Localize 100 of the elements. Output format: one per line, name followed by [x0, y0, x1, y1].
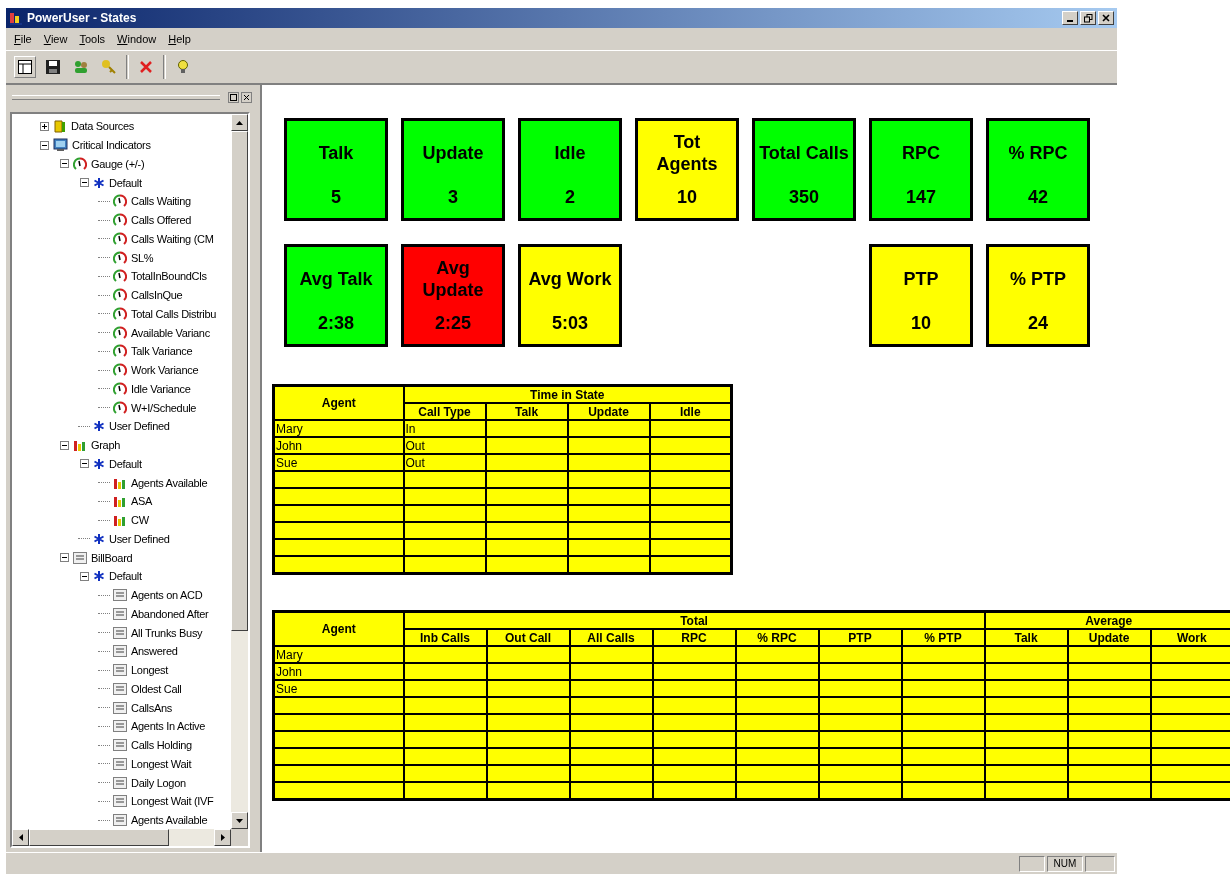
tree-item[interactable]: Calls Offered — [131, 214, 192, 227]
tree-item[interactable]: Calls Waiting — [131, 195, 191, 208]
expand-toggle[interactable] — [39, 121, 49, 131]
close-button[interactable] — [241, 92, 252, 103]
tree-item[interactable]: All Trunks Busy — [131, 626, 203, 639]
tree-item[interactable]: Answered — [131, 645, 178, 658]
gauge-icon — [113, 306, 127, 321]
tree-item[interactable]: Agents on ACD — [131, 589, 203, 602]
scroll-down-button[interactable] — [231, 812, 248, 829]
table-cell: In — [405, 422, 416, 435]
column-header: Agent — [321, 396, 356, 410]
restore-icon — [1083, 13, 1093, 23]
tile-label: % RPC — [1008, 143, 1068, 165]
down-arrow-icon — [236, 818, 243, 823]
tree-item[interactable]: Calls Holding — [131, 739, 192, 752]
asterisk-icon — [93, 570, 105, 583]
tree-item[interactable]: Daily Logon — [131, 776, 186, 789]
tile-label: Tot Agents — [655, 132, 719, 176]
tree-item[interactable]: CallsAns — [131, 701, 172, 714]
tree-item[interactable]: Total Calls Distribu — [131, 307, 217, 320]
tree-item[interactable]: Gauge (+/-) — [91, 157, 145, 170]
asterisk-icon — [93, 532, 105, 545]
scroll-thumb[interactable] — [29, 829, 169, 846]
tree-item[interactable]: Longest Wait — [131, 757, 192, 770]
tree-item[interactable]: User Defined — [109, 532, 170, 545]
expand-toggle[interactable] — [39, 140, 49, 150]
tile-value: 42 — [1028, 187, 1048, 208]
up-arrow-icon — [236, 120, 243, 125]
close-icon — [243, 94, 250, 101]
expand-toggle[interactable] — [79, 571, 89, 581]
expand-toggle[interactable] — [79, 459, 89, 469]
tree-item[interactable]: SL% — [131, 251, 154, 264]
tree-item[interactable]: Default — [109, 570, 142, 583]
restore-icon — [230, 94, 237, 101]
billboard-icon — [113, 645, 127, 658]
tree-item[interactable]: Agents In Active — [131, 720, 206, 733]
tree-item[interactable]: Longest Wait (IVF — [131, 795, 214, 808]
tile-label: Avg Talk — [299, 269, 373, 291]
window-title: PowerUser - States — [27, 11, 138, 25]
menu-item[interactable]: View — [39, 33, 72, 45]
tree-item[interactable]: Default — [109, 176, 142, 189]
tree-item[interactable]: User Defined — [109, 420, 170, 433]
menu-item[interactable]: File — [10, 33, 36, 45]
vertical-scrollbar[interactable] — [231, 114, 248, 829]
status-panel — [1019, 855, 1045, 872]
tree-item[interactable]: CW — [131, 514, 149, 527]
tree-item[interactable]: Critical Indicators — [72, 139, 151, 152]
tree-item[interactable]: ASA — [131, 495, 153, 508]
tree-item[interactable]: Calls Waiting (CM — [131, 232, 214, 245]
column-header: Update — [1088, 631, 1130, 644]
scroll-thumb[interactable] — [231, 131, 248, 631]
tree-item[interactable]: Talk Variance — [131, 345, 193, 358]
column-header: Update — [588, 405, 629, 418]
restore-button[interactable] — [228, 92, 239, 103]
tree-item[interactable]: Abandoned After — [131, 607, 209, 620]
scroll-left-button[interactable] — [12, 829, 29, 846]
billboard-icon — [113, 814, 127, 827]
asterisk-icon — [93, 420, 105, 433]
tree-item[interactable]: Work Variance — [131, 364, 199, 377]
horizontal-scrollbar[interactable] — [12, 829, 231, 846]
scroll-up-button[interactable] — [231, 114, 248, 131]
billboard-icon — [113, 795, 127, 808]
tree-item[interactable]: Data Sources — [71, 120, 135, 133]
menu-item[interactable]: Help — [164, 33, 195, 45]
tree-item[interactable]: TotalInBoundCls — [131, 270, 207, 283]
tree-item[interactable]: CallsInQue — [131, 289, 183, 302]
tree-item[interactable]: Oldest Call — [131, 682, 182, 695]
tree-item[interactable]: Agents Available — [131, 814, 208, 827]
app-icon — [9, 11, 23, 25]
tile-label: Talk — [318, 143, 354, 165]
tree-item[interactable]: Idle Variance — [131, 382, 191, 395]
menu-item[interactable]: Window — [113, 33, 161, 45]
gauge-icon — [113, 363, 127, 378]
tile-value: 10 — [677, 187, 697, 208]
tree-item[interactable]: Available Varianc — [131, 326, 210, 339]
tree-item[interactable]: Default — [109, 457, 142, 470]
table-cell: Out — [405, 456, 425, 469]
left-arrow-icon — [18, 834, 23, 841]
column-header: Inb Calls — [420, 631, 470, 644]
expand-toggle[interactable] — [59, 159, 69, 169]
expand-toggle[interactable] — [59, 553, 69, 563]
tree-item[interactable]: W+I/Schedule — [131, 401, 197, 414]
tree-item[interactable]: Agents Available — [131, 476, 208, 489]
monitor-icon — [53, 138, 68, 153]
column-header: Work — [1176, 631, 1207, 644]
tile-value: 2:25 — [435, 313, 471, 334]
expand-toggle[interactable] — [59, 440, 69, 450]
table-cell: Mary — [276, 422, 303, 435]
tile-value: 5:03 — [552, 313, 588, 334]
tree-item[interactable]: Graph — [91, 439, 121, 452]
layout-button[interactable] — [14, 56, 36, 78]
tile-value: 2:38 — [318, 313, 354, 334]
scroll-right-button[interactable] — [214, 829, 231, 846]
billboard-icon — [113, 701, 127, 714]
expand-toggle[interactable] — [79, 178, 89, 188]
status-panel — [1085, 855, 1115, 872]
tree-item[interactable]: BillBoard — [91, 551, 133, 564]
menu-item[interactable]: Tools — [75, 33, 110, 45]
minimize-button[interactable] — [1062, 11, 1078, 25]
tree-item[interactable]: Longest — [131, 664, 169, 677]
